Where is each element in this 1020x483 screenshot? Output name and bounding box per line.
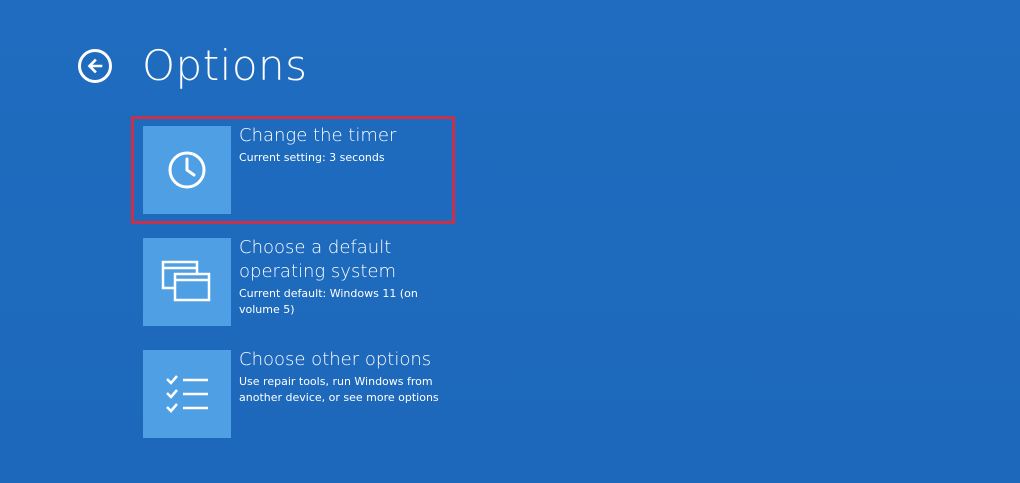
option-text: Choose a default operating system Curren… xyxy=(239,236,459,318)
option-tile xyxy=(143,126,231,214)
option-other-options[interactable]: Choose other options Use repair tools, r… xyxy=(143,348,459,438)
option-description: Current setting: 3 seconds xyxy=(239,151,385,164)
option-description: Current default: Windows 11 (on volume 5… xyxy=(239,287,418,316)
option-change-timer[interactable]: Change the timer Current setting: 3 seco… xyxy=(143,124,459,214)
option-default-os[interactable]: Choose a default operating system Curren… xyxy=(143,236,459,326)
boot-options-screen: Options Change the timer Current setting… xyxy=(0,0,1020,483)
clock-icon xyxy=(168,151,206,189)
header: Options xyxy=(78,36,308,96)
checklist-icon xyxy=(166,375,208,413)
windows-stack-icon xyxy=(161,260,211,302)
option-title: Choose a default operating system xyxy=(239,237,397,282)
back-arrow-icon xyxy=(87,58,103,74)
option-tile xyxy=(143,238,231,326)
option-tile xyxy=(143,350,231,438)
back-button[interactable] xyxy=(78,49,112,83)
option-text: Change the timer Current setting: 3 seco… xyxy=(239,124,459,166)
option-title: Choose other options xyxy=(239,349,432,370)
option-description: Use repair tools, run Windows from anoth… xyxy=(239,375,439,404)
page-title: Options xyxy=(142,41,308,90)
option-text: Choose other options Use repair tools, r… xyxy=(239,348,459,406)
option-title: Change the timer xyxy=(239,125,397,146)
